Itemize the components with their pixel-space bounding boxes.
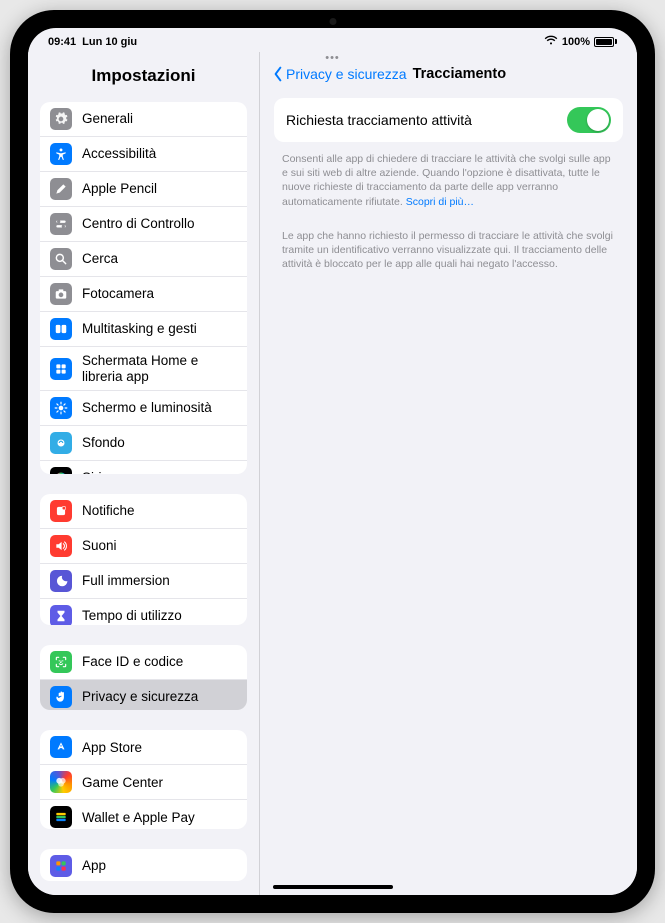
sidebar-item-pencil[interactable]: Apple Pencil [40,172,247,207]
sidebar-item-label: Fotocamera [82,286,154,302]
hourglass-icon [50,605,72,625]
sidebar-item-label: Accessibilità [82,146,156,162]
sidebar-item-label: Schermo e luminosità [82,400,212,416]
sidebar-item-switches[interactable]: Centro di Controllo [40,207,247,242]
sidebar-item-siri[interactable]: Siri [40,461,247,474]
sidebar-item-hourglass[interactable]: Tempo di utilizzo [40,599,247,625]
sidebar-item-label: Cerca [82,251,118,267]
sidebar-item-bell[interactable]: Notifiche [40,494,247,529]
moon-icon [50,570,72,592]
footer-text-1: Consenti alle app di chiedere di traccia… [282,152,615,209]
sidebar-item-wallet[interactable]: Wallet e Apple Pay [40,800,247,828]
sidebar-item-hand[interactable]: Privacy e sicurezza [40,680,247,710]
pencil-icon [50,178,72,200]
sidebar-item-faceid[interactable]: Face ID e codice [40,645,247,680]
toggle-knob [587,109,609,131]
siri-icon [50,467,72,474]
status-date: Lun 10 giu [82,36,137,48]
sidebar-item-label: Privacy e sicurezza [82,689,198,705]
tracking-toggle-row: Richiesta tracciamento attività [274,98,623,142]
bell-icon [50,500,72,522]
faceid-icon [50,651,72,673]
brightness-icon [50,397,72,419]
sidebar-item-home[interactable]: Schermata Home e libreria app [40,347,247,391]
sidebar-item-label: Tempo di utilizzo [82,608,182,624]
sidebar-item-label: Suoni [82,538,117,554]
wallet-icon [50,806,72,828]
sidebar-item-gamecenter[interactable]: Game Center [40,765,247,800]
sidebar-item-label: Full immersion [82,573,170,589]
sidebar-item-label: Generali [82,111,133,127]
camera-icon [50,283,72,305]
status-bar: 09:41 Lun 10 giu 100% [28,28,637,52]
back-label: Privacy e sicurezza [286,66,407,82]
sidebar-item-speaker[interactable]: Suoni [40,529,247,564]
sidebar-item-label: Apple Pencil [82,181,157,197]
sidebar-item-brightness[interactable]: Schermo e luminosità [40,391,247,426]
gear-icon [50,108,72,130]
battery-pct: 100% [562,36,590,48]
wallpaper-icon [50,432,72,454]
sidebar-item-label: App Store [82,740,142,756]
sidebar-item-camera[interactable]: Fotocamera [40,277,247,312]
appstore-icon [50,736,72,758]
main-pane: Privacy e sicurezza Tracciamento Richies… [260,52,637,895]
switches-icon [50,213,72,235]
sidebar-group-3: Face ID e codice Privacy e sicurezza [40,645,247,710]
sidebar-item-label: Sfondo [82,435,125,451]
wifi-icon [544,35,558,49]
sidebar-item-multitask[interactable]: Multitasking e gesti [40,312,247,347]
sidebar-item-label: Multitasking e gesti [82,321,197,337]
sidebar-item-label: Centro di Controllo [82,216,195,232]
sidebar-group-1: Generali Accessibilità Apple Pencil Centro … [40,102,247,474]
footer-text-2: Le app che hanno richiesto il permesso d… [282,229,615,272]
sidebar-item-access[interactable]: Accessibilità [40,137,247,172]
sidebar-item-label: Game Center [82,775,163,791]
sidebar-item-wallpaper[interactable]: Sfondo [40,426,247,461]
speaker-icon [50,535,72,557]
home-icon [50,358,72,380]
sidebar-item-label: Face ID e codice [82,654,183,670]
sidebar-item-moon[interactable]: Full immersion [40,564,247,599]
multitask-icon [50,318,72,340]
hand-icon [50,686,72,708]
apps-icon [50,855,72,877]
sidebar-group-5: App [40,849,247,881]
camera-dot [329,18,336,25]
sidebar-item-label: Schermata Home e libreria app [82,353,237,384]
sidebar-item-appstore[interactable]: App Store [40,730,247,765]
sidebar-group-4: App Store Game Center Wallet e Apple Pay [40,730,247,828]
main-nav: Privacy e sicurezza Tracciamento [260,52,637,92]
sidebar-item-label: Siri [82,470,102,473]
chevron-left-icon [272,66,284,82]
tracking-toggle[interactable] [567,107,611,133]
sidebar-item-gear[interactable]: Generali [40,102,247,137]
sidebar-title: Impostazioni [28,52,259,96]
sidebar-item-label: Wallet e Apple Pay [82,810,195,826]
gamecenter-icon [50,771,72,793]
battery-icon [594,37,617,47]
toggle-label: Richiesta tracciamento attività [286,112,472,128]
screen: 09:41 Lun 10 giu 100% ••• Impostazioni G… [28,28,637,895]
sidebar-item-search[interactable]: Cerca [40,242,247,277]
home-indicator[interactable] [273,885,393,889]
page-title: Tracciamento [413,66,507,82]
learn-more-link[interactable]: Scopri di più… [406,196,474,208]
sidebar-item-label: App [82,858,106,874]
access-icon [50,143,72,165]
sidebar-item-apps[interactable]: App [40,849,247,881]
sidebar-group-2: Notifiche Suoni Full immersion Tempo di uti… [40,494,247,625]
back-button[interactable]: Privacy e sicurezza [272,66,407,82]
sidebar: Impostazioni Generali Accessibilità Apple … [28,52,260,895]
sidebar-item-label: Notifiche [82,503,135,519]
ipad-frame: 09:41 Lun 10 giu 100% ••• Impostazioni G… [10,10,655,913]
status-time: 09:41 [48,36,76,48]
search-icon [50,248,72,270]
